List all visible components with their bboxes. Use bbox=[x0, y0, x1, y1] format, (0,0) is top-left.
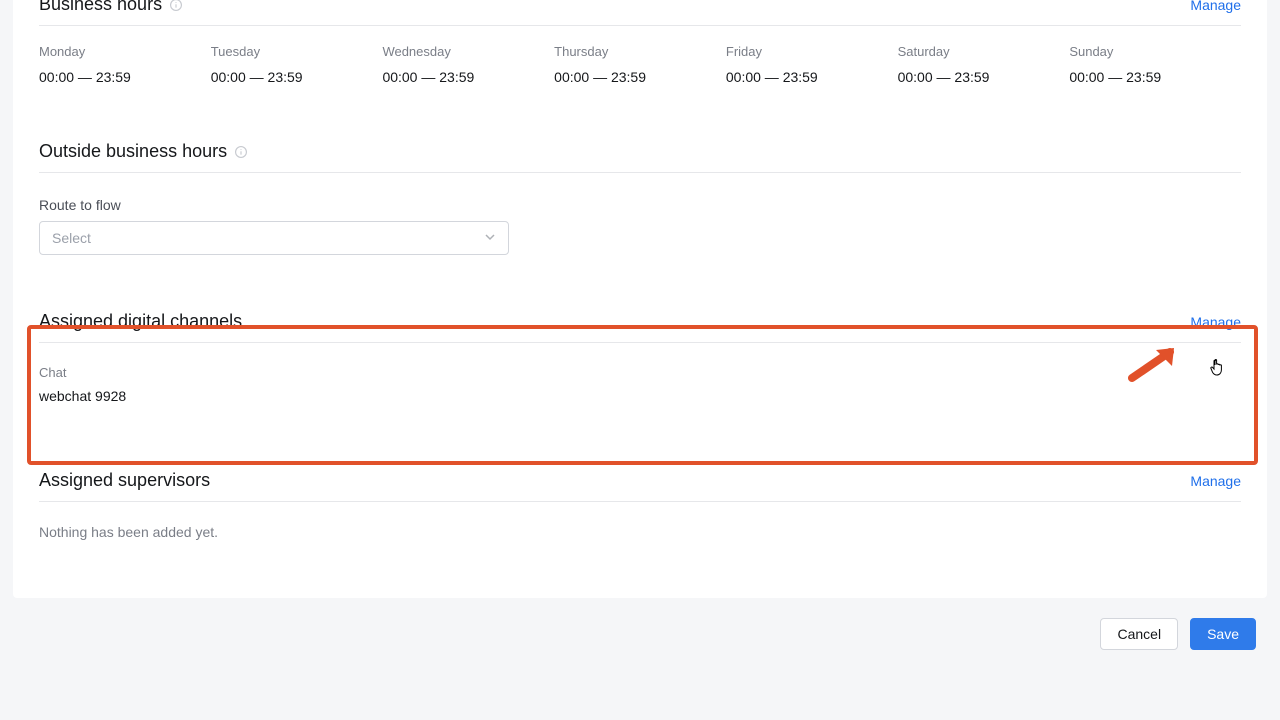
day-range: 00:00 — 23:59 bbox=[211, 69, 383, 85]
day-label: Saturday bbox=[898, 44, 1070, 59]
day-range: 00:00 — 23:59 bbox=[39, 69, 211, 85]
day-column: Sunday 00:00 — 23:59 bbox=[1069, 44, 1241, 85]
supervisors-section: Assigned supervisors Manage Nothing has … bbox=[39, 470, 1241, 598]
channels-section: Assigned digital channels Manage Chat we… bbox=[39, 311, 1241, 424]
day-label: Friday bbox=[726, 44, 898, 59]
chat-label: Chat bbox=[39, 365, 1241, 380]
day-range: 00:00 — 23:59 bbox=[382, 69, 554, 85]
chat-value: webchat 9928 bbox=[39, 388, 1241, 404]
day-range: 00:00 — 23:59 bbox=[726, 69, 898, 85]
day-column: Monday 00:00 — 23:59 bbox=[39, 44, 211, 85]
day-label: Tuesday bbox=[211, 44, 383, 59]
day-column: Thursday 00:00 — 23:59 bbox=[554, 44, 726, 85]
business-hours-title: Business hours bbox=[39, 0, 162, 15]
supervisors-title: Assigned supervisors bbox=[39, 470, 210, 491]
outside-hours-title: Outside business hours bbox=[39, 141, 227, 162]
footer-actions: Cancel Save bbox=[0, 598, 1280, 683]
outside-hours-section: Outside business hours Route to flow Sel… bbox=[39, 141, 1241, 265]
day-column: Wednesday 00:00 — 23:59 bbox=[382, 44, 554, 85]
day-range: 00:00 — 23:59 bbox=[1069, 69, 1241, 85]
business-hours-section: Business hours Manage Monday00:00 — 23:5… bbox=[39, 0, 1241, 95]
save-button[interactable]: Save bbox=[1190, 618, 1256, 650]
day-column: Friday 00:00 — 23:59 bbox=[726, 44, 898, 85]
business-hours-manage-link[interactable]: Manage bbox=[1190, 0, 1241, 13]
supervisors-manage-link[interactable]: Manage bbox=[1190, 473, 1241, 489]
route-to-flow-select[interactable]: Select bbox=[39, 221, 509, 255]
channels-title: Assigned digital channels bbox=[39, 311, 242, 332]
day-label: Sunday bbox=[1069, 44, 1241, 59]
channels-manage-link[interactable]: Manage bbox=[1190, 314, 1241, 330]
route-to-flow-label: Route to flow bbox=[39, 197, 1241, 213]
cancel-button[interactable]: Cancel bbox=[1100, 618, 1178, 650]
day-column: Saturday 00:00 — 23:59 bbox=[898, 44, 1070, 85]
select-placeholder: Select bbox=[52, 230, 91, 246]
supervisors-empty-text: Nothing has been added yet. bbox=[39, 524, 1241, 540]
day-column: Tuesday 00:00 — 23:59 bbox=[211, 44, 383, 85]
day-label: Monday bbox=[39, 44, 211, 59]
info-icon bbox=[234, 145, 248, 159]
chevron-down-icon bbox=[484, 230, 496, 246]
info-icon bbox=[169, 0, 183, 12]
day-label: Thursday bbox=[554, 44, 726, 59]
day-range: 00:00 — 23:59 bbox=[554, 69, 726, 85]
day-label: Wednesday bbox=[382, 44, 554, 59]
day-range: 00:00 — 23:59 bbox=[898, 69, 1070, 85]
